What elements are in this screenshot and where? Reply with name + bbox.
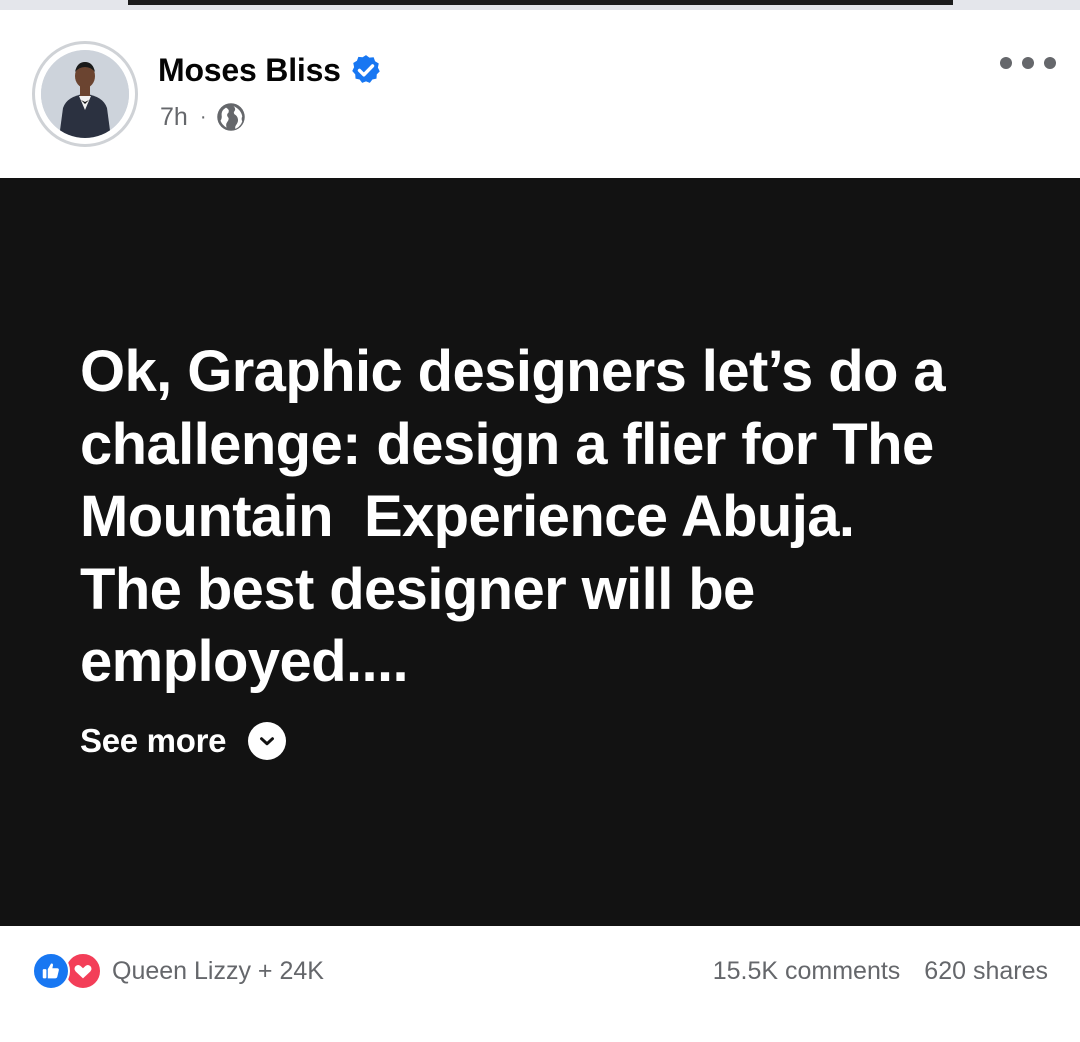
author-avatar[interactable] <box>32 41 138 147</box>
like-icon <box>32 952 70 990</box>
previous-post-edge <box>128 0 953 5</box>
chevron-down-icon <box>248 722 287 760</box>
text-post-card[interactable]: Ok, Graphic designers let’s do a challen… <box>0 178 1080 926</box>
author-name[interactable]: Moses Bliss <box>158 50 383 90</box>
author-name-text: Moses Bliss <box>158 51 341 88</box>
more-dot-icon <box>1044 57 1056 69</box>
globe-icon[interactable] <box>216 102 246 132</box>
meta-separator: · <box>199 105 207 128</box>
see-more-button[interactable]: See more <box>80 718 287 764</box>
reaction-summary-text: Queen Lizzy + 24K <box>112 956 324 985</box>
facebook-post: Moses Bliss 7h · Ok, Graphic designers l… <box>0 0 1080 1042</box>
post-time[interactable]: 7h <box>160 103 188 132</box>
post-body-text: Ok, Graphic designers let’s do a challen… <box>80 339 946 694</box>
avatar-photo <box>41 50 129 138</box>
more-dot-icon <box>1022 57 1034 69</box>
see-more-label: See more <box>80 722 227 759</box>
post-engagement-bar: Queen Lizzy + 24K 15.5K comments 620 sha… <box>0 926 1080 1042</box>
more-options-button[interactable] <box>1000 50 1056 76</box>
post-meta: 7h · <box>160 101 246 133</box>
verified-badge-icon <box>352 55 380 83</box>
comments-count[interactable]: 15.5K comments <box>713 957 901 986</box>
person-silhouette-icon <box>41 50 129 138</box>
reactions-summary[interactable]: Queen Lizzy + 24K <box>32 951 324 991</box>
post-stats: 15.5K comments 620 shares <box>713 951 1048 991</box>
more-dot-icon <box>1000 57 1012 69</box>
shares-count[interactable]: 620 shares <box>924 957 1048 986</box>
